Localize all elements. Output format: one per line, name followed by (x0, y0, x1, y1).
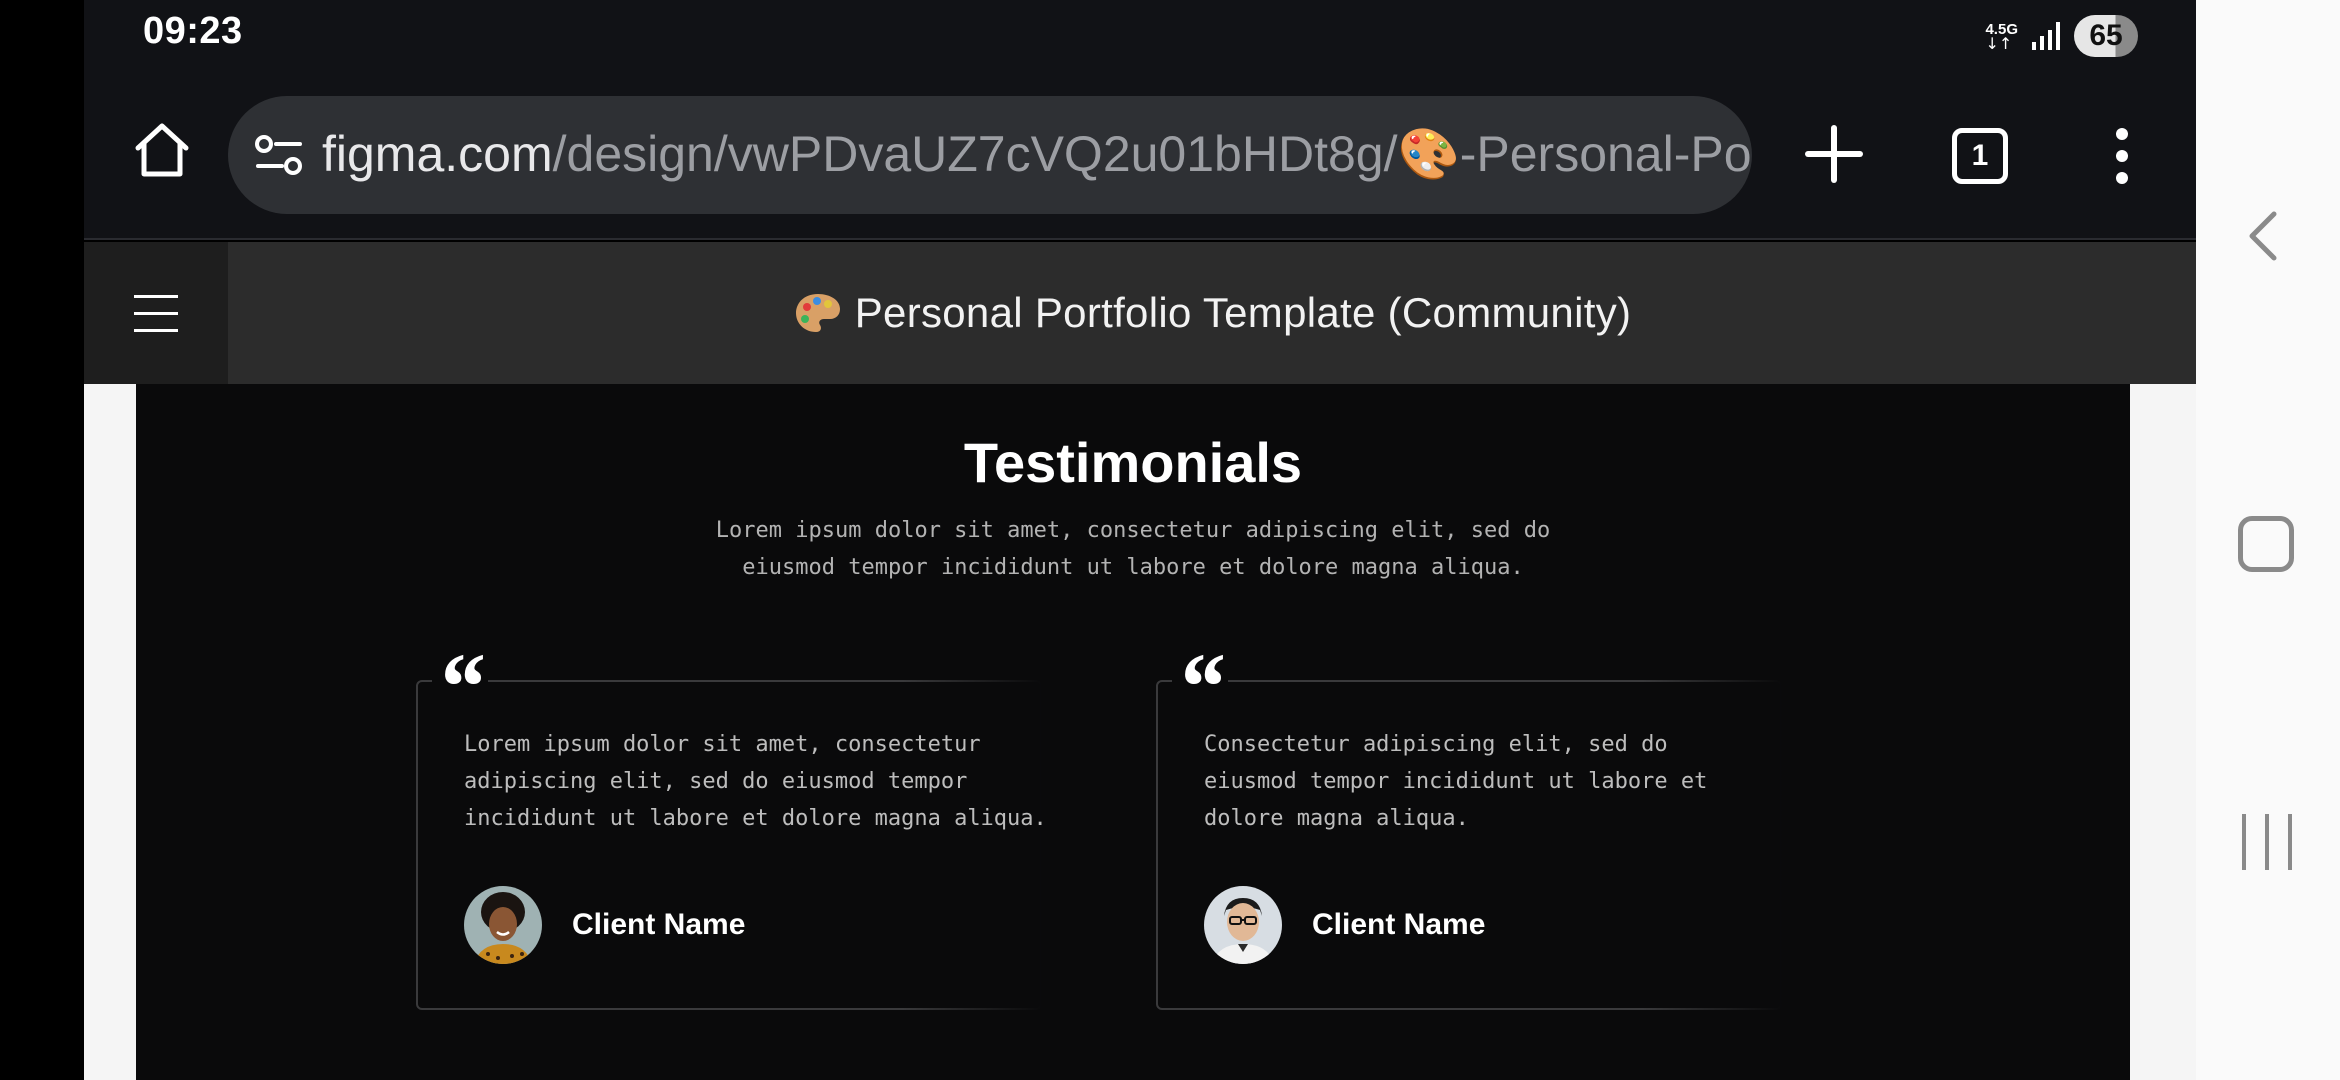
client-info: Client Name (1204, 886, 1485, 964)
section-subtitle: Lorem ipsum dolor sit amet, consectetur … (136, 512, 2130, 586)
client-name: Client Name (572, 908, 746, 941)
testimonial-line: adipiscing elit, sed do eiusmod tempor (464, 769, 968, 794)
tune-icon[interactable] (254, 132, 304, 178)
new-tab-button[interactable] (1794, 114, 1874, 194)
status-icons: 4.5G ↓↑ 65 (1985, 14, 2138, 58)
signal-strength-icon (2032, 22, 2060, 50)
subtitle-line: Lorem ipsum dolor sit amet, consectetur … (715, 518, 1551, 543)
tab-count: 1 (1971, 139, 1989, 172)
battery-icon: 65 (2074, 15, 2138, 57)
file-title-text: Personal Portfolio Template (Community) (854, 289, 1632, 336)
home-button[interactable] (124, 112, 200, 188)
home-icon (135, 123, 189, 177)
figma-file-header: Personal Portfolio Template (Community) (84, 242, 2196, 384)
home-nav-icon[interactable] (2238, 516, 2294, 572)
url-path: /design/vwPDvaUZ7cVQ2u01bHDt8g/🎨-Persona… (552, 126, 1752, 182)
more-vertical-icon[interactable] (2102, 120, 2142, 192)
browser-toolbar: figma.com/design/vwPDvaUZ7cVQ2u01bHDt8g/… (84, 72, 2196, 240)
testimonial-line: incididunt ut labore et dolore magna ali… (464, 806, 1047, 831)
testimonial-card[interactable]: “ Lorem ipsum dolor sit amet, consectetu… (416, 639, 1047, 1010)
palette-emoji-icon (795, 294, 840, 332)
hamburger-icon[interactable] (84, 242, 228, 384)
testimonial-text: Consectetur adipiscing elit, sed do eius… (1204, 726, 1804, 837)
testimonial-line: Consectetur adipiscing elit, sed do (1204, 732, 1668, 757)
quote-mark-icon: “ (432, 639, 488, 735)
client-info: Client Name (464, 886, 745, 964)
testimonial-text: Lorem ipsum dolor sit amet, consectetur … (464, 726, 1064, 837)
client-name: Client Name (1312, 908, 1486, 941)
tab-switcher-button[interactable]: 1 (1952, 128, 2008, 184)
avatar (1204, 886, 1282, 964)
subtitle-line: eiusmod tempor incididunt ut labore et d… (742, 555, 1524, 580)
status-time: 09:23 (143, 10, 243, 52)
recent-apps-icon[interactable] (2242, 814, 2292, 870)
section-title: Testimonials (963, 431, 1303, 494)
data-arrows-icon: ↓↑ (1985, 33, 2013, 53)
testimonials-frame[interactable]: Testimonials Lorem ipsum dolor sit amet,… (136, 384, 2130, 1080)
url-text[interactable]: figma.com/design/vwPDvaUZ7cVQ2u01bHDt8g/… (322, 118, 1752, 190)
file-title[interactable]: Personal Portfolio Template (Community) (228, 242, 2196, 384)
left-screen-edge (0, 0, 84, 1080)
testimonial-line: eiusmod tempor incididunt ut labore et (1204, 769, 1708, 794)
network-type-indicator: 4.5G ↓↑ (1985, 22, 2018, 53)
testimonial-line: Lorem ipsum dolor sit amet, consectetur (464, 732, 981, 757)
testimonial-card[interactable]: “ Consectetur adipiscing elit, sed do ei… (1156, 639, 1782, 1010)
back-icon[interactable] (2236, 206, 2296, 266)
testimonial-line: dolore magna aliqua. (1204, 806, 1469, 831)
plus-icon (1805, 125, 1863, 183)
url-host: figma.com (322, 126, 553, 182)
quote-mark-icon: “ (1172, 639, 1228, 735)
battery-level: 65 (2089, 19, 2123, 52)
system-navigation-bar (2196, 0, 2340, 1080)
figma-canvas[interactable]: Testimonials Lorem ipsum dolor sit amet,… (84, 384, 2196, 1080)
avatar (464, 886, 542, 964)
status-bar: 09:23 4.5G ↓↑ 65 (84, 0, 2196, 72)
address-bar[interactable]: figma.com/design/vwPDvaUZ7cVQ2u01bHDt8g/… (228, 96, 1752, 214)
